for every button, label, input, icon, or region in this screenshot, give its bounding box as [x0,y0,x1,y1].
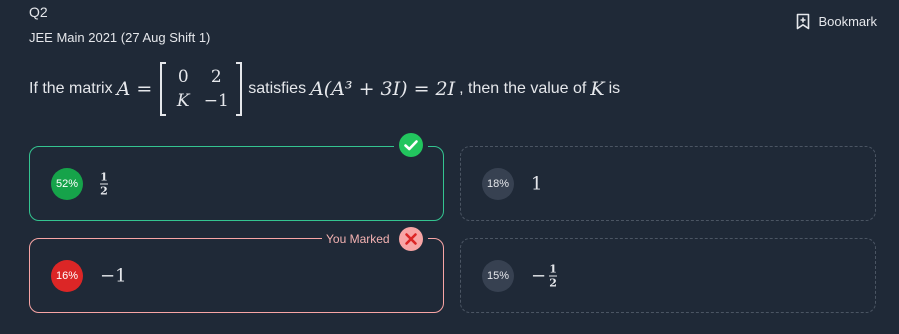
question-text-after: , then the value of [459,80,587,97]
matrix-right-bracket [236,62,243,116]
question-text: If the matrix A = 0 2 K −1 satisfies A(A… [29,58,620,120]
fraction: 1 2 [549,262,558,289]
exam-label: JEE Main 2021 (27 Aug Shift 1) [29,30,211,45]
option-value: − 1 2 [531,262,558,289]
option-a[interactable]: 52% 1 2 [29,146,444,221]
bookmark-button[interactable]: Bookmark [796,13,877,30]
bookmark-plus-icon [796,13,810,30]
question-text-end: is [608,80,621,97]
option-d[interactable]: 15% − 1 2 [460,238,876,313]
matrix-name: A = [116,78,153,100]
unknown-variable: K [590,78,605,100]
matrix-cell: 0 [177,67,189,87]
option-b[interactable]: 18% 1 [460,146,876,221]
option-value: 1 [531,173,543,194]
you-marked-label: You Marked [326,232,390,246]
matrix-cell: K [176,91,190,111]
minus-sign: − [531,265,547,286]
matrix-cell: 2 [210,67,222,87]
matrix-cell: −1 [203,91,229,111]
x-circle-icon [398,226,424,252]
percent-badge: 52% [51,167,83,200]
option-value: 1 2 [100,171,108,196]
question-number: Q2 [29,4,48,20]
percent-badge: 16% [51,259,83,292]
question-text-middle: satisfies [248,80,307,97]
percent-badge: 15% [482,259,514,292]
option-value: −1 [100,265,127,286]
you-marked-marker: You Marked [322,226,428,252]
equation: A(A³ + 3I) = 2I [310,78,456,100]
question-text-before: If the matrix [29,80,113,97]
matrix: 0 2 K −1 [160,62,243,116]
fraction: 1 2 [100,170,108,197]
question-card: Q2 JEE Main 2021 (27 Aug Shift 1) Bookma… [0,0,899,334]
correct-marker [394,132,428,158]
check-circle-icon [398,132,424,158]
bookmark-label: Bookmark [818,14,877,29]
percent-badge: 18% [482,167,514,200]
